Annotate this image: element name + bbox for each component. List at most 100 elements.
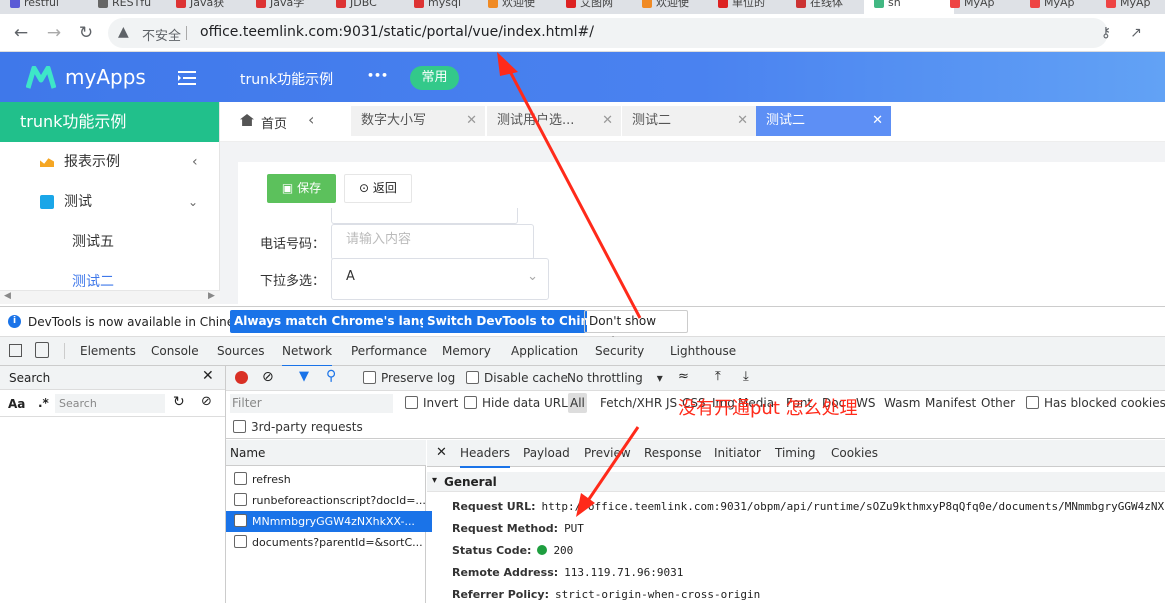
clear-log-icon[interactable]: ⊘ [262, 369, 274, 385]
sidebar-item-test[interactable]: 测试 ⌄ [0, 182, 219, 222]
disable-cache-checkbox[interactable]: Disable cache [466, 366, 568, 390]
invert-checkbox[interactable]: Invert [405, 391, 458, 415]
page-tab[interactable]: 测试用户选... ✕ [487, 106, 621, 136]
request-row[interactable]: refresh [226, 469, 432, 490]
tab-timing[interactable]: Timing [775, 440, 816, 466]
page-tab[interactable]: 数字大小写 ✕ [351, 106, 485, 136]
browser-tab[interactable]: MyAp [1030, 0, 1075, 14]
close-icon[interactable]: ✕ [202, 368, 214, 384]
tab-performance[interactable]: Performance [351, 337, 427, 365]
close-icon[interactable]: ✕ [872, 106, 883, 136]
back-button[interactable]: ⊙ 返回 [344, 174, 412, 203]
sidebar-item-test2[interactable]: 测试二 [0, 262, 219, 290]
sidebar-horizontal-scrollbar[interactable]: ◀ ▶ [0, 290, 220, 304]
export-icon[interactable]: ⤓ [743, 369, 749, 384]
browser-tab[interactable]: 艾图网 [566, 0, 613, 14]
tab-elements[interactable]: Elements [80, 337, 136, 365]
reload-icon[interactable]: ↻ [76, 23, 96, 43]
multi-select[interactable]: A ⌄ [331, 258, 549, 300]
tab-memory[interactable]: Memory [442, 337, 491, 365]
tab-console[interactable]: Console [151, 337, 199, 365]
tabs-scroll-left-icon[interactable]: ‹ [308, 110, 314, 129]
browser-tab[interactable]: JDBC [336, 0, 377, 14]
tab-lighthouse[interactable]: Lighthouse [670, 337, 736, 365]
url-text[interactable]: office.teemlink.com:9031/static/portal/v… [200, 24, 594, 40]
dont-show-button[interactable]: Don't show again [584, 310, 688, 349]
scroll-left-icon[interactable]: ◀ [4, 291, 11, 301]
network-conditions-icon[interactable]: ≈ [678, 369, 689, 384]
menu-toggle-icon[interactable] [178, 70, 196, 86]
import-icon[interactable]: ⤒ [715, 369, 721, 384]
tab-payload[interactable]: Payload [523, 440, 570, 466]
browser-tab[interactable]: restful [10, 0, 59, 14]
request-row-selected[interactable]: MNmmbgryGGW4zNXhkXX-... [226, 511, 432, 532]
browser-tab[interactable]: MyAp [950, 0, 995, 14]
browser-tab-active[interactable]: sh [864, 0, 954, 14]
type-filter[interactable]: Fetch/XHR [600, 391, 662, 415]
close-icon[interactable]: ✕ [466, 106, 477, 136]
warning-icon[interactable]: ▲ [118, 24, 129, 40]
phone-input[interactable]: 请输入内容 [331, 224, 534, 260]
type-filter[interactable]: Wasm [884, 391, 920, 415]
tab-network[interactable]: Network [282, 337, 333, 367]
inspect-icon[interactable] [9, 344, 22, 357]
share-icon[interactable]: ↗ [1126, 23, 1146, 43]
type-filter-all[interactable]: All [568, 393, 587, 413]
blocked-cookies-checkbox[interactable]: Has blocked cookies [1026, 391, 1165, 415]
type-filter[interactable]: WS [856, 391, 875, 415]
common-badge[interactable]: 常用 [410, 66, 459, 90]
omnibox[interactable]: ▲ 不安全 office.teemlink.com:9031/static/po… [108, 18, 1108, 48]
project-name[interactable]: trunk功能示例 [240, 69, 333, 89]
insecure-label[interactable]: 不安全 [142, 25, 181, 44]
switch-chinese-button[interactable]: Switch DevTools to Chinese [423, 310, 612, 333]
page-tab-active[interactable]: 测试二 ✕ [756, 106, 891, 136]
clear-icon[interactable]: ⊘ [201, 394, 212, 409]
match-language-button[interactable]: Always match Chrome's language [230, 310, 461, 333]
browser-tab[interactable]: 单位的 [718, 0, 765, 14]
filter-icon[interactable]: ▼ [299, 369, 309, 384]
general-section-header[interactable]: ▾ General [427, 472, 1165, 492]
match-case-toggle[interactable]: Aa [8, 397, 25, 411]
tab-sources[interactable]: Sources [217, 337, 264, 365]
tab-application[interactable]: Application [511, 337, 578, 365]
save-button[interactable]: ▣ 保存 [267, 174, 336, 203]
search-input[interactable]: Search [55, 394, 165, 413]
preserve-log-checkbox[interactable]: Preserve log [363, 366, 455, 390]
scroll-right-icon[interactable]: ▶ [208, 291, 215, 301]
type-filter[interactable]: Other [981, 391, 1015, 415]
browser-tab[interactable]: MyAp [1106, 0, 1151, 14]
close-icon[interactable]: ✕ [737, 106, 748, 136]
request-row[interactable]: runbeforeactionscript?docId=... [226, 490, 432, 511]
regex-toggle[interactable]: .* [38, 396, 49, 410]
type-filter[interactable]: Manifest [925, 391, 976, 415]
sidebar-item-reports[interactable]: 报表示例 ‹ [0, 142, 219, 182]
filter-input[interactable]: Filter [230, 394, 393, 413]
browser-tab[interactable]: mysql [414, 0, 461, 14]
browser-tab[interactable]: 在线体 [796, 0, 843, 14]
partial-input[interactable] [331, 208, 518, 224]
back-icon[interactable]: ← [11, 23, 31, 43]
tab-cookies[interactable]: Cookies [831, 440, 878, 466]
browser-tab[interactable]: 欢迎使 [642, 0, 689, 14]
forward-icon[interactable]: → [44, 23, 64, 43]
browser-tab[interactable]: Java获 [176, 0, 224, 14]
browser-tab[interactable]: Java学 [256, 0, 304, 14]
type-filter[interactable]: JS [666, 391, 677, 415]
tab-initiator[interactable]: Initiator [714, 440, 761, 466]
throttling-select[interactable]: No throttling ▾ [567, 366, 663, 390]
third-party-checkbox[interactable]: 3rd-party requests [233, 415, 363, 439]
device-icon[interactable] [35, 342, 49, 358]
tab-headers[interactable]: Headers [460, 440, 510, 468]
sidebar-item-test5[interactable]: 测试五 [0, 222, 219, 262]
more-icon[interactable]: ••• [367, 69, 388, 82]
name-column-header[interactable]: Name [226, 440, 426, 466]
close-icon[interactable]: ✕ [602, 106, 613, 136]
tab-response[interactable]: Response [644, 440, 702, 466]
record-icon[interactable] [235, 371, 248, 384]
refresh-icon[interactable]: ↻ [173, 394, 185, 410]
key-icon[interactable]: ⚷ [1096, 23, 1116, 43]
close-icon[interactable]: ✕ [436, 445, 447, 460]
request-row[interactable]: documents?parentId=&sortC... [226, 532, 432, 553]
home-tab[interactable]: 首页 [261, 113, 287, 132]
home-icon[interactable] [240, 114, 254, 126]
